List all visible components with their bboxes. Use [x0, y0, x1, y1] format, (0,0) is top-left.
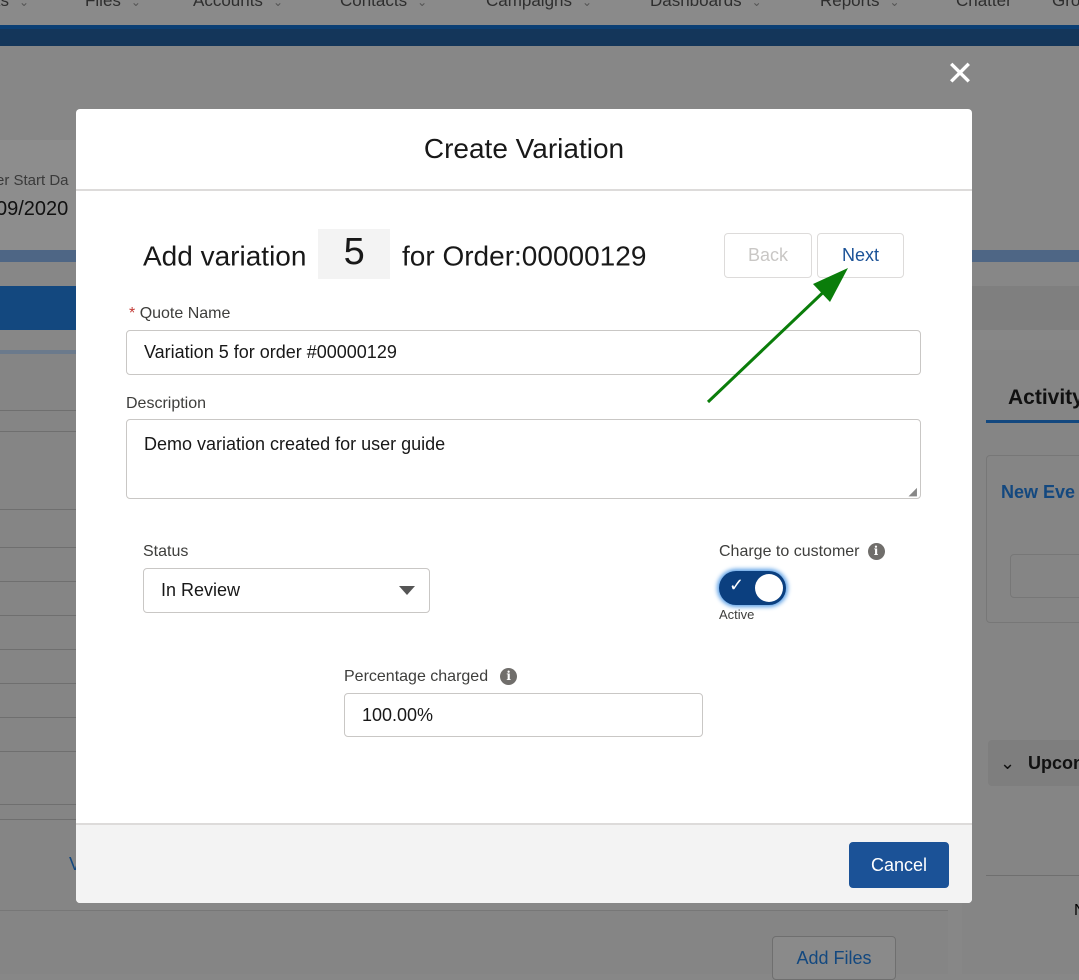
annotation-arrow: [706, 268, 848, 404]
